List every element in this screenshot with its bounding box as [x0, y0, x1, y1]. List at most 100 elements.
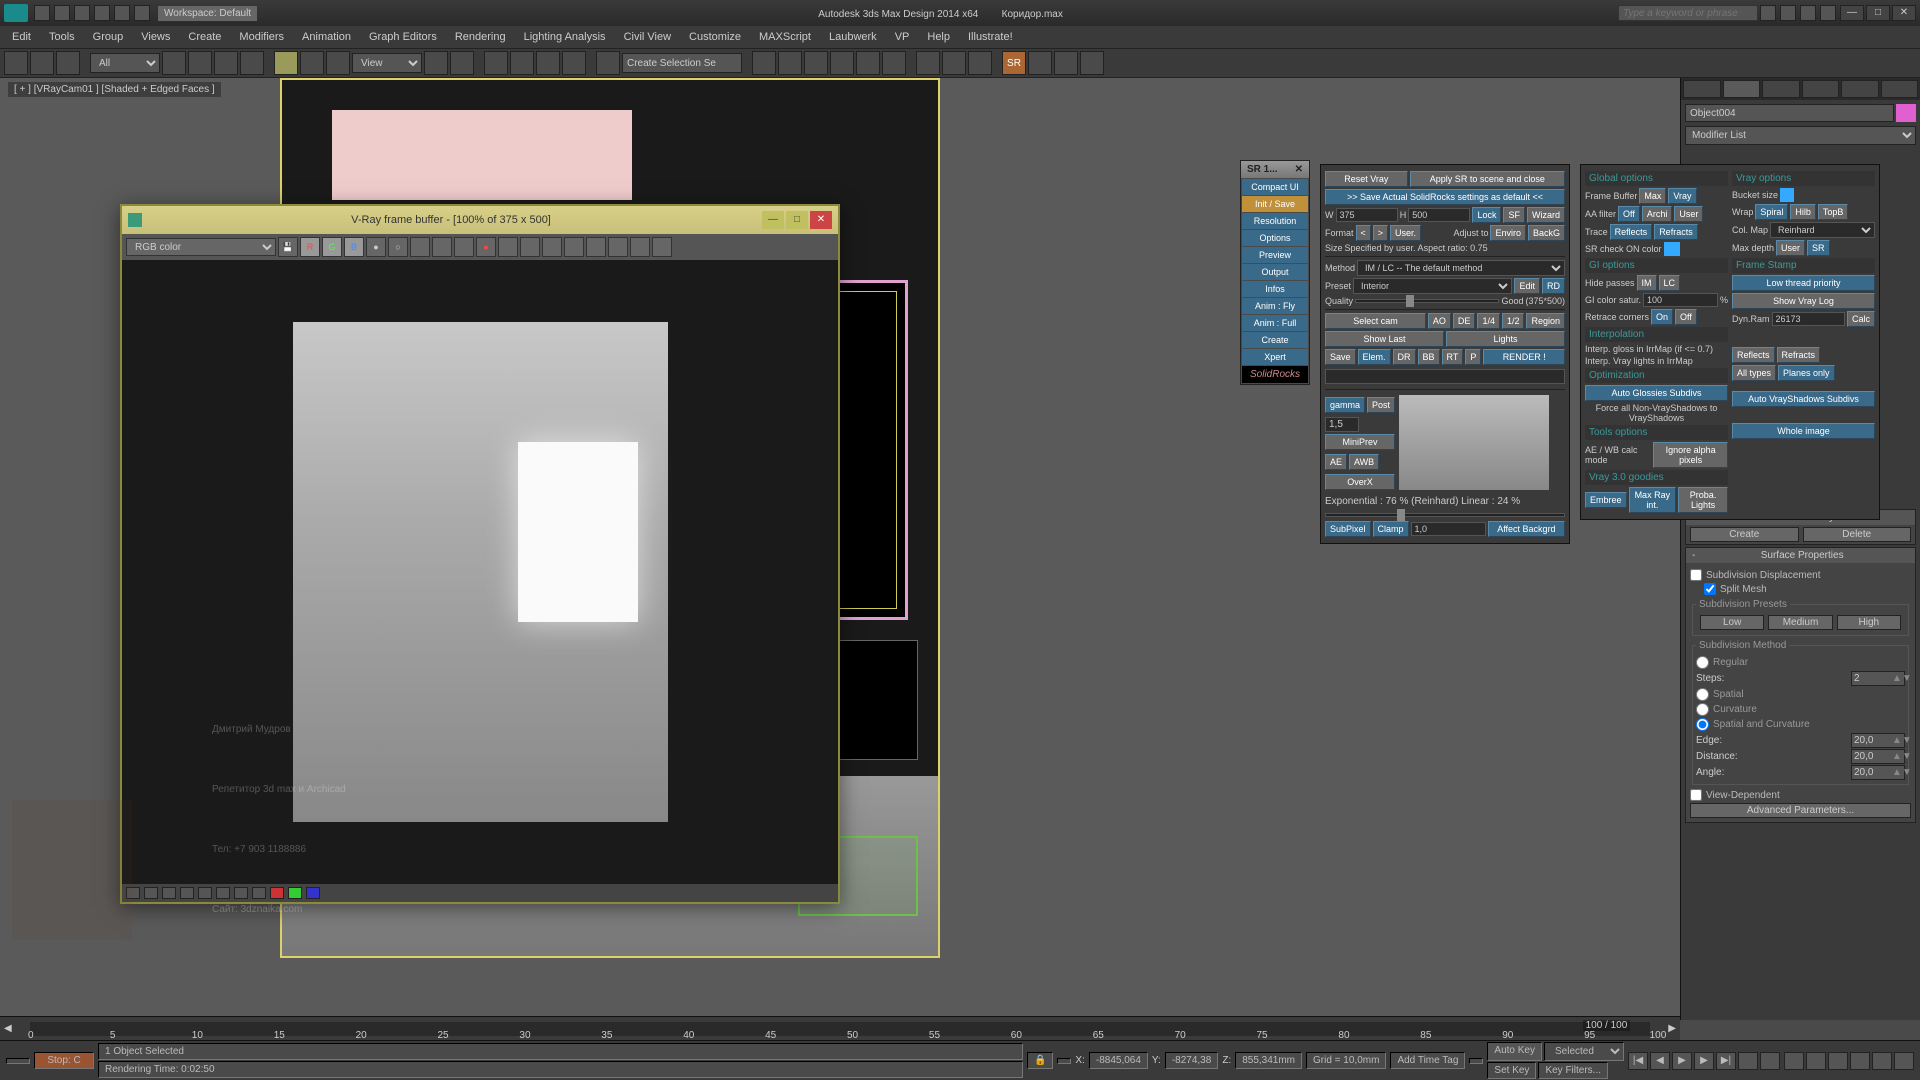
select-name-icon[interactable]	[188, 51, 212, 75]
sr-rt[interactable]: RT	[1442, 349, 1464, 365]
sr-save[interactable]: Save	[1325, 349, 1356, 365]
sr-maxdepth-user[interactable]: User	[1776, 240, 1805, 256]
unlink-icon[interactable]	[30, 51, 54, 75]
vfb-red-channel[interactable]: R	[300, 237, 320, 257]
menu-help[interactable]: Help	[921, 29, 956, 45]
vfb-channel-select[interactable]: RGB color	[126, 238, 276, 256]
sr-lc[interactable]: LC	[1659, 275, 1681, 291]
sr-de[interactable]: DE	[1453, 313, 1476, 329]
lock-icon[interactable]: 🔒	[1027, 1052, 1053, 1069]
sr-output[interactable]: Output	[1242, 264, 1308, 280]
sr-dynram-calc[interactable]: Calc	[1847, 311, 1875, 327]
keyfilters-button[interactable]: Key Filters...	[1538, 1062, 1608, 1079]
method-curvature-radio[interactable]	[1696, 703, 1709, 716]
sr-wizard[interactable]: Wizard	[1527, 207, 1565, 223]
sr-maxray[interactable]: Max Ray int.	[1629, 487, 1677, 513]
sr-14[interactable]: 1/4	[1477, 313, 1500, 329]
signin-icon[interactable]	[1760, 5, 1776, 21]
sr-options[interactable]: Options	[1242, 230, 1308, 246]
sr-select-cam[interactable]: Select cam	[1325, 313, 1426, 329]
goto-start-icon[interactable]: |◀	[1628, 1052, 1648, 1070]
maximize-viewport-icon[interactable]	[1894, 1052, 1914, 1070]
goto-end-icon[interactable]: ▶|	[1716, 1052, 1736, 1070]
delete-button[interactable]: Delete	[1803, 527, 1912, 542]
surface-props-rollout[interactable]: -Surface Properties	[1686, 548, 1915, 563]
orbit-icon[interactable]	[1872, 1052, 1892, 1070]
vfb-history-icon[interactable]	[630, 237, 650, 257]
material-editor-icon[interactable]	[882, 51, 906, 75]
sr-topb[interactable]: TopB	[1818, 204, 1849, 220]
sr-fb-max[interactable]: Max	[1639, 188, 1666, 204]
sr-width-input[interactable]	[1336, 208, 1398, 222]
sr-create[interactable]: Create	[1242, 332, 1308, 348]
sr-preset-edit[interactable]: Edit	[1514, 278, 1540, 294]
object-name-input[interactable]	[1685, 104, 1894, 122]
sr-backg[interactable]: BackG	[1528, 225, 1565, 241]
sr-maxdepth-sr[interactable]: SR	[1807, 240, 1830, 256]
menu-group[interactable]: Group	[87, 29, 130, 45]
sr-subpixel[interactable]: SubPixel	[1325, 521, 1371, 537]
time-tag-button[interactable]: Add Time Tag	[1390, 1052, 1465, 1069]
select-rotate-icon[interactable]	[300, 51, 324, 75]
split-mesh-checkbox[interactable]	[1704, 583, 1716, 595]
angle-input[interactable]	[1852, 766, 1892, 779]
vfb-corrections-icon[interactable]	[586, 237, 606, 257]
preset-medium[interactable]: Medium	[1768, 615, 1832, 630]
steps-input[interactable]	[1852, 672, 1892, 685]
motion-tab-icon[interactable]	[1802, 80, 1840, 98]
vfb-titlebar[interactable]: V-Ray frame buffer - [100% of 375 x 500]…	[122, 206, 838, 234]
zoom-extents-icon[interactable]	[1828, 1052, 1848, 1070]
select-scale-icon[interactable]	[326, 51, 350, 75]
sr-interp-reflects[interactable]: Reflects	[1732, 347, 1775, 363]
sr-showlog[interactable]: Show Vray Log	[1732, 293, 1875, 309]
menu-create[interactable]: Create	[182, 29, 227, 45]
maxscript-listener-icon[interactable]	[6, 1058, 30, 1064]
z-coord[interactable]: 855,341mm	[1235, 1052, 1302, 1069]
sr-bucket-swatch[interactable]	[1780, 188, 1794, 202]
menu-lighting[interactable]: Lighting Analysis	[518, 29, 612, 45]
undo-icon[interactable]	[94, 5, 110, 21]
sr-retrace-off[interactable]: Off	[1675, 309, 1697, 325]
sr-im[interactable]: IM	[1637, 275, 1657, 291]
exchange-icon[interactable]	[1780, 5, 1796, 21]
sr-interp-refracts[interactable]: Refracts	[1777, 347, 1821, 363]
sr-gisat-input[interactable]	[1643, 293, 1718, 307]
schematic-view-icon[interactable]	[856, 51, 880, 75]
menu-laubwerk[interactable]: Laubwerk	[823, 29, 883, 45]
sr-save-default[interactable]: >> Save Actual SolidRocks settings as de…	[1325, 189, 1565, 205]
vfb-green-channel[interactable]: G	[322, 237, 342, 257]
manipulate-icon[interactable]	[450, 51, 474, 75]
vfb-pixel-icon[interactable]	[542, 237, 562, 257]
open-icon[interactable]	[54, 5, 70, 21]
layers-icon[interactable]	[804, 51, 828, 75]
sr-12[interactable]: 1/2	[1502, 313, 1525, 329]
method-spatialcurv-radio[interactable]	[1696, 718, 1709, 731]
menu-rendering[interactable]: Rendering	[449, 29, 512, 45]
sr-auto-gloss[interactable]: Auto Glossies Subdivs	[1585, 385, 1728, 401]
distance-input[interactable]	[1852, 750, 1892, 763]
sr-extra1-icon[interactable]	[1028, 51, 1052, 75]
menu-animation[interactable]: Animation	[296, 29, 357, 45]
window-crossing-icon[interactable]	[240, 51, 264, 75]
vfb-alpha-icon[interactable]: ○	[388, 237, 408, 257]
vfb-lens-icon[interactable]	[652, 237, 672, 257]
preset-low[interactable]: Low	[1700, 615, 1764, 630]
sr-ao[interactable]: AO	[1428, 313, 1451, 329]
comm-center-icon[interactable]	[1469, 1058, 1483, 1064]
redo-icon[interactable]	[114, 5, 130, 21]
sr-enviro[interactable]: Enviro	[1490, 225, 1526, 241]
sr-bb[interactable]: BB	[1418, 349, 1440, 365]
sr-output-path[interactable]	[1325, 369, 1565, 384]
sr-dynram-input[interactable]	[1772, 312, 1845, 326]
sr-lights[interactable]: Lights	[1446, 331, 1565, 347]
sr-exp-slider[interactable]	[1325, 513, 1565, 517]
sr-ignore-alpha[interactable]: Ignore alpha pixels	[1653, 442, 1728, 468]
edit-named-sel-icon[interactable]	[596, 51, 620, 75]
sub-displacement-checkbox[interactable]	[1690, 569, 1702, 581]
curve-editor-icon[interactable]	[830, 51, 854, 75]
select-object-icon[interactable]	[162, 51, 186, 75]
minimize-button[interactable]: —	[1840, 5, 1864, 21]
menu-edit[interactable]: Edit	[6, 29, 37, 45]
vfb-close[interactable]: ✕	[810, 211, 832, 229]
angle-snap-icon[interactable]	[510, 51, 534, 75]
